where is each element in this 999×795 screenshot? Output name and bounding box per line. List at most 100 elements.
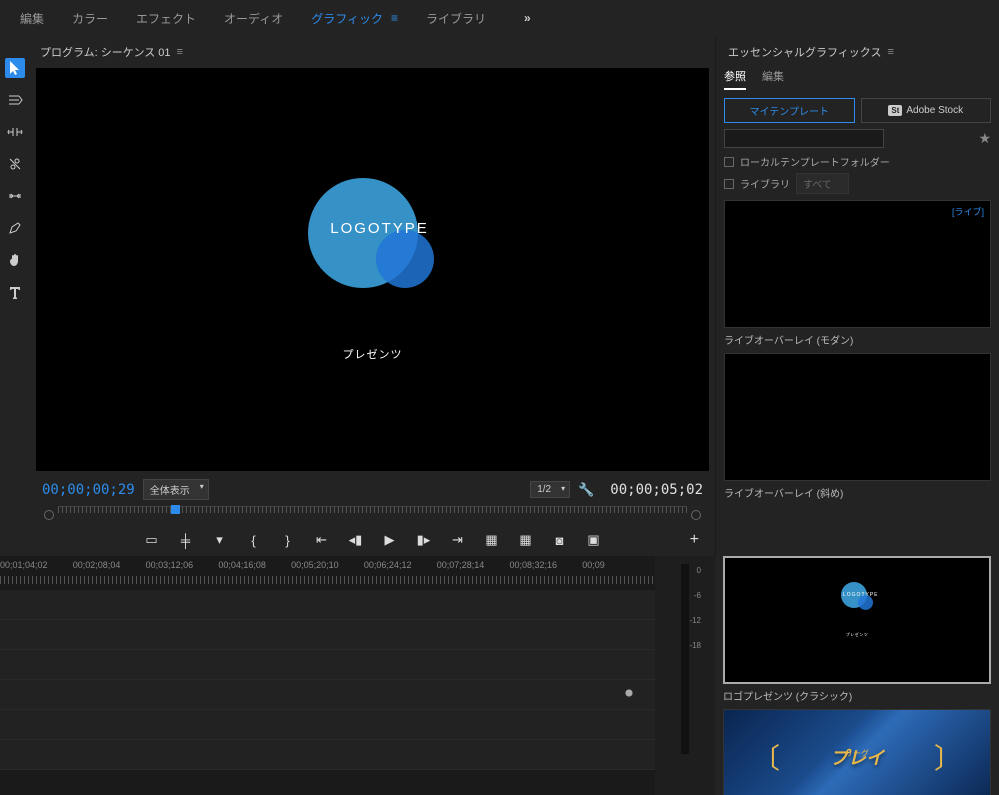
logo-circle-small xyxy=(376,230,434,288)
template-label-2: ライブオーバーレイ (斜め) xyxy=(724,483,991,506)
tab-color[interactable]: カラー xyxy=(72,6,108,31)
program-panel-menu-icon[interactable]: ≡ xyxy=(177,46,183,58)
settings-wrench-icon[interactable]: 🔧 xyxy=(578,482,594,498)
bracket-right-icon: 〕 xyxy=(934,737,962,777)
playback-resolution-dropdown[interactable]: 1/2 xyxy=(530,481,570,498)
audio-meter-bar xyxy=(681,564,689,754)
eg-tab-edit[interactable]: 編集 xyxy=(762,68,784,90)
zoom-handle-left[interactable] xyxy=(44,510,54,520)
adobe-stock-button[interactable]: St Adobe Stock xyxy=(861,98,992,123)
go-to-in-button[interactable]: ⇤ xyxy=(314,532,330,548)
tab-audio[interactable]: オーディオ xyxy=(224,6,283,31)
meter-db-label: -6 xyxy=(689,591,701,600)
library-select-dropdown[interactable]: すべて xyxy=(796,173,849,194)
comparison-view-button[interactable]: ▣ xyxy=(586,532,602,548)
bracket-left-icon: 〔 xyxy=(752,737,780,777)
timeline-track[interactable] xyxy=(0,680,655,710)
eg-panel-header: エッセンシャルグラフィックス ≡ xyxy=(724,36,991,64)
transport-controls: ▭ ╪ ▾ { } ⇤ ◂▮ ▶ ▮▸ ⇥ ▦ ▦ ◙ ▣ + xyxy=(36,526,709,556)
tab-edit[interactable]: 編集 xyxy=(20,6,44,31)
tab-overflow-icon[interactable]: » xyxy=(524,11,531,25)
left-toolbar xyxy=(0,36,30,556)
program-ruler[interactable] xyxy=(58,506,687,524)
zoom-fit-dropdown[interactable]: 全体表示 xyxy=(143,479,209,500)
template-thumbnail-1[interactable]: [ライブ] xyxy=(724,200,991,328)
type-tool[interactable] xyxy=(5,282,25,302)
razor-tool[interactable] xyxy=(5,154,25,174)
in-bracket-icon[interactable]: { xyxy=(246,533,262,548)
library-checkbox[interactable] xyxy=(724,179,734,189)
favorites-star-icon[interactable]: ★ xyxy=(978,130,991,147)
tab-effects[interactable]: エフェクト xyxy=(136,6,196,31)
keyframe-icon[interactable] xyxy=(625,689,632,696)
program-panel-header: プログラム: シーケンス 01 ≡ xyxy=(36,36,709,64)
timeline-track[interactable] xyxy=(0,650,655,680)
play-button[interactable]: ▶ xyxy=(382,532,398,548)
meter-db-label: -18 xyxy=(689,641,701,650)
tab-menu-icon[interactable]: ≡ xyxy=(391,11,398,25)
essential-graphics-panel: エッセンシャルグラフィックス ≡ 参照 編集 マイテンプレート St Adobe… xyxy=(715,36,999,556)
timeline-track[interactable] xyxy=(0,620,655,650)
mark-in-button[interactable]: ▾ xyxy=(212,532,228,548)
template-thumbnail-2[interactable] xyxy=(724,353,991,481)
track-select-tool[interactable] xyxy=(5,90,25,110)
local-folder-checkbox[interactable] xyxy=(724,157,734,167)
program-video-viewport[interactable]: LOGOTYPE プレゼンツ xyxy=(36,68,709,471)
stock-badge-icon: St xyxy=(888,105,902,116)
marker-icon[interactable]: ╪ xyxy=(178,533,194,548)
pen-tool[interactable] xyxy=(5,218,25,238)
tab-library[interactable]: ライブラリ xyxy=(426,6,486,31)
slip-tool[interactable] xyxy=(5,186,25,206)
timeline-track[interactable] xyxy=(0,710,655,740)
current-timecode[interactable]: 00;00;00;29 xyxy=(42,482,135,498)
timeline-tracks xyxy=(0,590,655,795)
hand-tool[interactable] xyxy=(5,250,25,270)
template-label-3: ロゴプレゼンツ (クラシック) xyxy=(723,686,991,709)
go-to-out-button[interactable]: ⇥ xyxy=(450,532,466,548)
step-back-button[interactable]: ◂▮ xyxy=(348,532,364,548)
template-thumbnail-3[interactable]: LOGOTYPE プレゼンツ xyxy=(723,556,991,684)
thumb-presents-text: プレゼンツ xyxy=(841,632,873,638)
audio-meter-panel: 0 -6 -12 -18 xyxy=(655,556,715,795)
out-bracket-icon[interactable]: } xyxy=(280,533,296,548)
eg-panel-continuation: LOGOTYPE プレゼンツ ロゴプレゼンツ (クラシック) 〔 リーグ プレイ… xyxy=(715,556,999,795)
button-editor-plus[interactable]: + xyxy=(690,531,699,549)
program-playhead[interactable] xyxy=(171,505,180,514)
add-marker-button[interactable]: ▭ xyxy=(144,532,160,548)
adobe-stock-label: Adobe Stock xyxy=(906,105,963,116)
program-panel-title: プログラム: シーケンス 01 xyxy=(40,44,171,60)
local-folder-label: ローカルテンプレートフォルダー xyxy=(740,154,890,169)
video-content: LOGOTYPE プレゼンツ xyxy=(308,178,438,362)
meter-db-label: 0 xyxy=(689,566,701,575)
template-list: [ライブ] ライブオーバーレイ (モダン) ライブオーバーレイ (斜め) xyxy=(724,200,991,556)
eg-panel-title: エッセンシャルグラフィックス xyxy=(728,44,881,60)
logo-text: LOGOTYPE xyxy=(308,178,438,237)
eg-panel-menu-icon[interactable]: ≡ xyxy=(887,46,893,58)
timeline-ticks xyxy=(0,576,655,584)
play-top-text: リーグ xyxy=(845,748,869,759)
ripple-edit-tool[interactable] xyxy=(5,122,25,142)
duration-timecode[interactable]: 00;00;05;02 xyxy=(610,482,703,498)
extract-button[interactable]: ▦ xyxy=(518,532,534,548)
step-forward-button[interactable]: ▮▸ xyxy=(416,532,432,548)
my-templates-button[interactable]: マイテンプレート xyxy=(724,98,855,123)
zoom-handle-right[interactable] xyxy=(691,510,701,520)
eg-tab-browse[interactable]: 参照 xyxy=(724,68,746,90)
timeline-panel[interactable]: 00;01;04;02 00;02;08;04 00;03;12;06 00;0… xyxy=(0,556,655,795)
program-monitor-panel: プログラム: シーケンス 01 ≡ LOGOTYPE プレゼンツ 00;00;0… xyxy=(30,36,715,556)
library-label: ライブラリ xyxy=(740,176,790,191)
thumb-logo-text: LOGOTYPE xyxy=(841,582,873,598)
tab-graphics[interactable]: グラフィック xyxy=(311,6,383,31)
lift-button[interactable]: ▦ xyxy=(484,532,500,548)
workspace-tab-bar: 編集 カラー エフェクト オーディオ グラフィック ≡ ライブラリ » xyxy=(0,0,999,36)
timeline-track[interactable] xyxy=(0,740,655,770)
export-frame-button[interactable]: ◙ xyxy=(552,533,568,548)
timeline-track[interactable] xyxy=(0,590,655,620)
program-scrubber xyxy=(36,504,709,526)
template-thumbnail-4[interactable]: 〔 リーグ プレイ 〕 xyxy=(723,709,991,795)
template-search-input[interactable] xyxy=(724,129,884,148)
meter-db-label: -12 xyxy=(689,616,701,625)
live-tag: [ライブ] xyxy=(952,205,984,218)
presents-text: プレゼンツ xyxy=(308,346,438,362)
selection-tool[interactable] xyxy=(5,58,25,78)
